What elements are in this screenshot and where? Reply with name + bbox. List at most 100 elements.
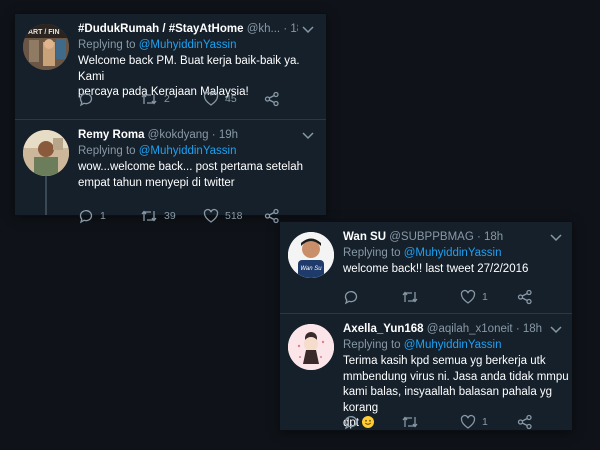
display-name[interactable]: Remy Roma [78, 129, 144, 141]
mention-link[interactable]: @MuhyiddinYassin [139, 145, 237, 157]
retweet-button[interactable]: 39 [140, 208, 176, 224]
reply-button[interactable] [343, 414, 365, 430]
reply-icon [344, 291, 358, 305]
avatar[interactable] [23, 130, 69, 176]
reply-button[interactable]: 1 [78, 208, 106, 224]
like-icon [460, 414, 476, 429]
handle[interactable]: @aqilah_x1oneit [427, 323, 513, 335]
mention-link[interactable]: @MuhyiddinYassin [404, 247, 502, 259]
avatar-image [288, 324, 334, 370]
tweet-text-line: empat tahun menyepi di twitter [78, 176, 235, 189]
thread-line [45, 176, 47, 215]
tweet[interactable]: ART / FIN #DudukRumah / #StayAtHome @kh.… [15, 14, 326, 119]
replying-to-label: Replying to [78, 145, 139, 157]
replying-to: Replying to @MuhyiddinYassin [343, 246, 502, 260]
avatar-image: ART / FIN [23, 24, 69, 70]
tweet-text-line: kami balas, insyaallah balasan pahala yg… [343, 386, 553, 414]
like-count: 1 [482, 291, 488, 303]
mention-link[interactable]: @MuhyiddinYassin [404, 339, 502, 351]
replying-to-label: Replying to [343, 339, 404, 351]
like-button[interactable]: 1 [460, 289, 488, 305]
time-separator: · [473, 231, 484, 243]
avatar-image: Wan Su [288, 232, 334, 278]
retweet-icon [402, 291, 418, 303]
timestamp[interactable]: 18h [484, 231, 503, 243]
chevron-down-icon[interactable] [550, 326, 562, 334]
replying-to-label: Replying to [343, 247, 404, 259]
tweet-header: Axella_Yun168 @aqilah_x1oneit · 18h [343, 322, 548, 336]
like-count: 45 [225, 93, 237, 105]
like-button[interactable]: 518 [203, 208, 243, 224]
reply-count: 1 [100, 210, 106, 222]
share-button[interactable] [517, 289, 533, 305]
like-count: 518 [225, 210, 243, 222]
handle[interactable]: @kh... [247, 23, 280, 35]
tweet-text-line: mmbendung virus ni. Jasa anda tidak mmpu [343, 370, 569, 383]
chevron-down-icon[interactable] [302, 26, 314, 34]
tweet-actions: 2 45 [78, 91, 318, 107]
like-button[interactable]: 1 [460, 414, 488, 430]
tweet-header: #DudukRumah / #StayAtHome @kh... · 18h [78, 22, 298, 36]
avatar-image [23, 130, 69, 176]
handle[interactable]: @SUBPPBMAG [389, 231, 474, 243]
svg-text:ART / FIN: ART / FIN [28, 29, 60, 36]
tweet-header: Wan SU @SUBPPBMAG · 18h [343, 230, 548, 244]
share-icon [517, 414, 532, 430]
display-name[interactable]: #DudukRumah / #StayAtHome [78, 23, 244, 35]
reply-icon [79, 210, 93, 224]
reply-button[interactable] [343, 289, 365, 305]
timestamp[interactable]: 18h [290, 23, 298, 35]
retweet-icon [402, 416, 418, 428]
share-button[interactable] [517, 414, 533, 430]
tweet[interactable]: Wan Su Wan SU @SUBPPBMAG · 18h Replying … [280, 222, 572, 313]
tweet-text-line: Welcome back PM. Buat kerja baik-baik ya… [78, 55, 300, 83]
avatar[interactable]: Wan Su [288, 232, 334, 278]
tweet[interactable]: Remy Roma @kokdyang · 19h Replying to @M… [15, 120, 326, 224]
timestamp[interactable]: 18h [523, 323, 542, 335]
retweet-count: 2 [164, 93, 170, 105]
display-name[interactable]: Wan SU [343, 231, 386, 243]
avatar[interactable] [288, 324, 334, 370]
tweet-text: welcome back!! last tweet 27/2/2016 [343, 262, 565, 278]
left-tweet-card: ART / FIN #DudukRumah / #StayAtHome @kh.… [15, 14, 326, 224]
avatar[interactable]: ART / FIN [23, 24, 69, 70]
tweet-header: Remy Roma @kokdyang · 19h [78, 128, 298, 142]
chevron-down-icon[interactable] [302, 132, 314, 140]
timestamp[interactable]: 19h [219, 129, 238, 141]
time-separator: · [280, 23, 291, 35]
mention-link[interactable]: @MuhyiddinYassin [139, 39, 237, 51]
reply-icon [344, 416, 358, 430]
tweet-text: wow...welcome back... post pertama setel… [78, 160, 318, 191]
retweet-button[interactable] [401, 289, 425, 305]
tweet[interactable]: Axella_Yun168 @aqilah_x1oneit · 18h Repl… [280, 314, 572, 430]
reply-button[interactable] [78, 91, 100, 107]
chevron-down-icon[interactable] [550, 234, 562, 242]
replying-to: Replying to @MuhyiddinYassin [343, 338, 502, 352]
replying-to-label: Replying to [78, 39, 139, 51]
share-icon [264, 91, 279, 107]
tweet-text-line: wow...welcome back... post pertama setel… [78, 161, 303, 173]
like-button[interactable]: 45 [203, 91, 237, 107]
replying-to: Replying to @MuhyiddinYassin [78, 38, 237, 52]
share-icon [264, 208, 279, 224]
time-separator: · [512, 323, 523, 335]
svg-text:Wan Su: Wan Su [300, 266, 322, 272]
handle[interactable]: @kokdyang [148, 129, 209, 141]
time-separator: · [208, 129, 219, 141]
like-count: 1 [482, 416, 488, 428]
share-button[interactable] [264, 208, 280, 224]
right-tweet-card: Wan Su Wan SU @SUBPPBMAG · 18h Replying … [280, 222, 572, 430]
tweet-text-line: welcome back!! last tweet 27/2/2016 [343, 263, 529, 275]
share-icon [517, 289, 532, 305]
share-button[interactable] [264, 91, 280, 107]
retweet-count: 39 [164, 210, 176, 222]
retweet-icon [141, 93, 157, 105]
retweet-icon [141, 210, 157, 222]
retweet-button[interactable] [401, 414, 425, 430]
retweet-button[interactable]: 2 [140, 91, 170, 107]
like-icon [203, 208, 219, 223]
like-icon [203, 91, 219, 106]
replying-to: Replying to @MuhyiddinYassin [78, 144, 237, 158]
display-name[interactable]: Axella_Yun168 [343, 323, 424, 335]
reply-icon [79, 93, 93, 107]
